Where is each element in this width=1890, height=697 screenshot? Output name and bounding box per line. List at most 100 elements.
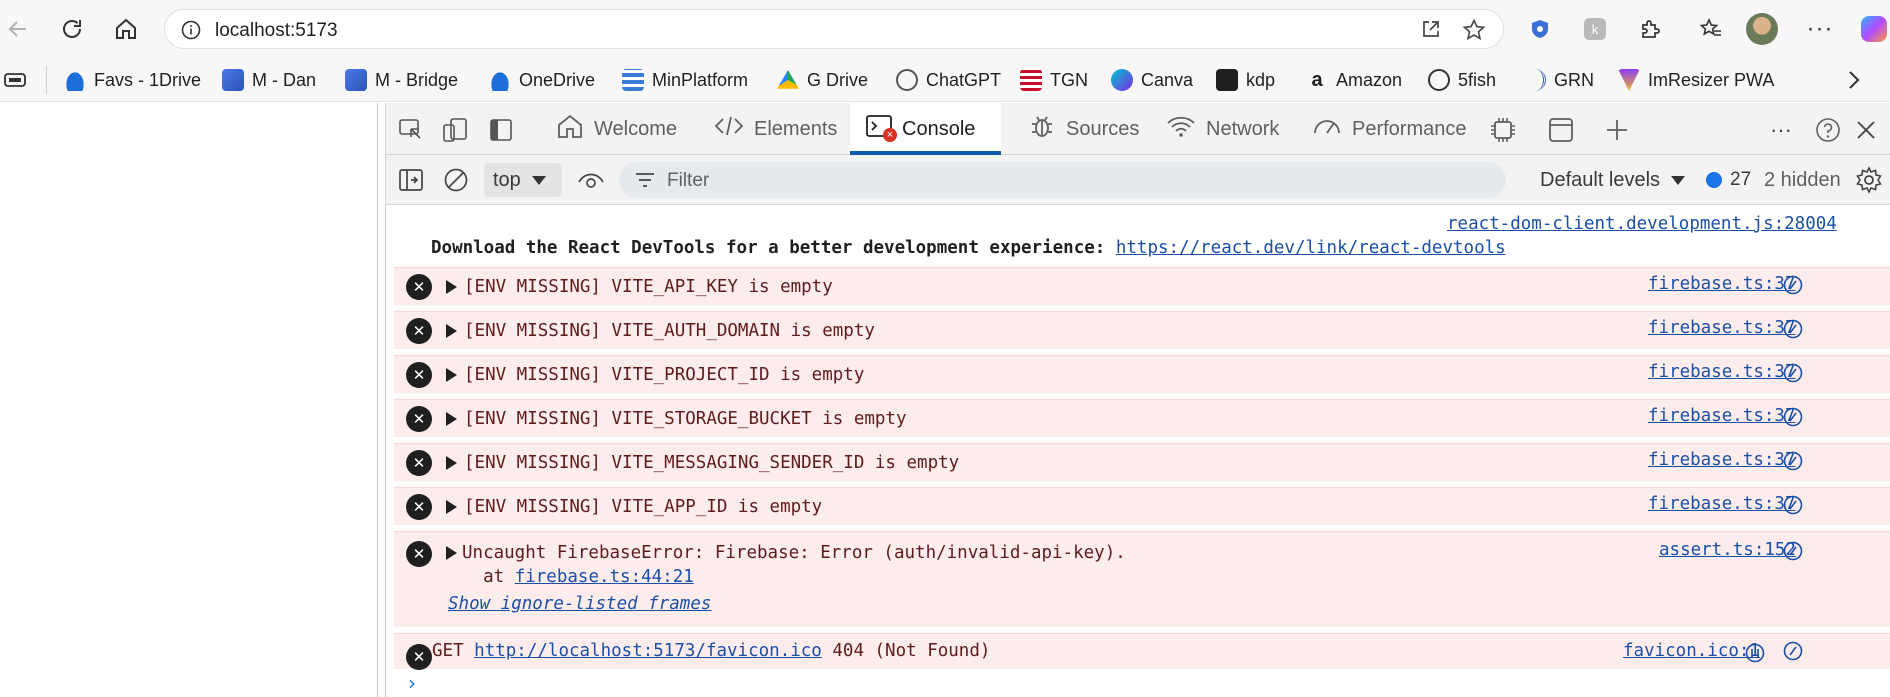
- favorite-star-icon[interactable]: [1462, 18, 1486, 47]
- source-link[interactable]: firebase.ts:37: [1648, 494, 1796, 514]
- log-levels-dropdown[interactable]: Default levels: [1540, 169, 1686, 192]
- favorites-star-list-icon[interactable]: [1695, 13, 1727, 45]
- console-error-network[interactable]: ✕ GET http://localhost:5173/favicon.ico …: [394, 633, 1890, 670]
- k-extension-icon[interactable]: k: [1579, 13, 1611, 45]
- expand-triangle-icon[interactable]: [446, 412, 457, 426]
- live-expression-eye-icon[interactable]: [576, 165, 606, 195]
- inspect-element-icon[interactable]: [396, 115, 426, 145]
- expand-triangle-icon[interactable]: [446, 546, 457, 560]
- ai-explain-icon[interactable]: [1782, 362, 1804, 384]
- source-link[interactable]: firebase.ts:37: [1648, 406, 1796, 426]
- open-in-app-icon[interactable]: [1420, 18, 1442, 45]
- tab-network[interactable]: Network: [1158, 103, 1287, 155]
- source-link[interactable]: favicon.ico:1: [1623, 641, 1760, 661]
- ai-explain-icon[interactable]: [1782, 640, 1804, 662]
- home-button[interactable]: [110, 13, 142, 45]
- url-text: localhost:5173: [215, 20, 338, 41]
- code-icon: [714, 114, 744, 144]
- devtools-tab-bar: Welcome Elements × Console Sources Netwo…: [386, 103, 1890, 155]
- ai-explain-icon[interactable]: [1782, 450, 1804, 472]
- favorite-item[interactable]: Favs - 1Drive: [64, 68, 201, 92]
- close-devtools-icon[interactable]: [1851, 115, 1881, 145]
- error-badge-icon: ×: [883, 128, 897, 142]
- expand-triangle-icon[interactable]: [446, 500, 457, 514]
- ai-explain-icon[interactable]: [1782, 540, 1804, 562]
- favorite-item[interactable]: OneDrive: [489, 68, 595, 92]
- copilot-icon[interactable]: [1858, 13, 1890, 45]
- more-menu-icon[interactable]: ···: [1804, 13, 1836, 45]
- device-emulation-icon[interactable]: [440, 115, 470, 145]
- help-icon[interactable]: [1813, 115, 1843, 145]
- expand-triangle-icon[interactable]: [446, 456, 457, 470]
- more-tools-plus-icon[interactable]: [1602, 115, 1632, 145]
- source-link[interactable]: firebase.ts:37: [1648, 450, 1796, 470]
- console-settings-gear-icon[interactable]: [1854, 165, 1884, 195]
- favorite-item[interactable]: Canva: [1111, 68, 1193, 92]
- expand-triangle-icon[interactable]: [446, 368, 457, 382]
- favorite-item[interactable]: ChatGPT: [896, 68, 1001, 92]
- tab-elements[interactable]: Elements: [706, 103, 845, 155]
- favorite-item[interactable]: MinPlatform: [622, 68, 748, 92]
- source-link[interactable]: assert.ts:152: [1659, 540, 1796, 560]
- show-sidebar-icon[interactable]: [396, 165, 426, 195]
- memory-icon[interactable]: [1488, 115, 1518, 145]
- extensions-puzzle-icon[interactable]: [1634, 13, 1666, 45]
- favorite-item[interactable]: ImResizer PWA: [1618, 68, 1774, 92]
- source-link[interactable]: firebase.ts:37: [1648, 362, 1796, 382]
- collections-icon[interactable]: [4, 70, 26, 95]
- favorite-item[interactable]: G Drive: [777, 68, 868, 92]
- ai-explain-icon[interactable]: [1782, 318, 1804, 340]
- request-url-link[interactable]: http://localhost:5173/favicon.ico: [474, 641, 822, 661]
- favorite-item[interactable]: kdp: [1216, 68, 1275, 92]
- favorites-overflow-chevron-icon[interactable]: [1846, 68, 1862, 97]
- profile-avatar[interactable]: [1746, 13, 1778, 45]
- info-text: Download the React DevTools for a better…: [431, 238, 1116, 258]
- expand-triangle-icon[interactable]: [446, 280, 457, 294]
- console-error-row[interactable]: ✕ [ENV MISSING] VITE_AUTH_DOMAIN is empt…: [394, 311, 1890, 349]
- favorite-item[interactable]: a Amazon: [1306, 68, 1402, 92]
- back-button[interactable]: [2, 13, 34, 45]
- favorite-item[interactable]: GRN: [1524, 68, 1594, 92]
- tgn-flag-icon: [1020, 69, 1042, 91]
- application-icon[interactable]: [1546, 115, 1576, 145]
- ai-explain-icon[interactable]: [1782, 274, 1804, 296]
- address-bar[interactable]: localhost:5173: [164, 9, 1504, 49]
- show-ignore-listed-frames-link[interactable]: Show ignore-listed frames: [448, 594, 711, 614]
- ai-explain-icon[interactable]: [1782, 406, 1804, 428]
- context-selector[interactable]: top: [484, 163, 562, 197]
- console-filter-input[interactable]: Filter: [619, 162, 1506, 198]
- react-devtools-link[interactable]: https://react.dev/link/react-devtools: [1116, 238, 1506, 258]
- ai-explain-icon[interactable]: [1782, 494, 1804, 516]
- source-link[interactable]: firebase.ts:37: [1648, 274, 1796, 294]
- console-error-row[interactable]: ✕ [ENV MISSING] VITE_APP_ID is empty fir…: [394, 487, 1890, 525]
- favorite-item[interactable]: TGN: [1020, 68, 1088, 92]
- console-error-row[interactable]: ✕ [ENV MISSING] VITE_STORAGE_BUCKET is e…: [394, 399, 1890, 437]
- console-error-row[interactable]: ✕ [ENV MISSING] VITE_MESSAGING_SENDER_ID…: [394, 443, 1890, 481]
- shield-extension-icon[interactable]: [1524, 13, 1556, 45]
- toggle-sidebar-icon[interactable]: [486, 115, 516, 145]
- onedrive-cloud-icon: [489, 69, 511, 91]
- stack-frame-link[interactable]: firebase.ts:44:21: [515, 567, 694, 587]
- site-info-icon[interactable]: [181, 20, 201, 45]
- favorite-item[interactable]: M - Dan: [222, 68, 316, 92]
- source-link[interactable]: firebase.ts:37: [1648, 318, 1796, 338]
- tab-sources[interactable]: Sources: [1020, 103, 1147, 155]
- console-error-row[interactable]: ✕ [ENV MISSING] VITE_PROJECT_ID is empty…: [394, 355, 1890, 393]
- devtools-panel: Welcome Elements × Console Sources Netwo…: [385, 103, 1890, 697]
- clear-console-icon[interactable]: [441, 165, 471, 195]
- tab-performance[interactable]: Performance: [1304, 103, 1475, 155]
- favorite-item[interactable]: 5fish: [1428, 68, 1496, 92]
- expand-triangle-icon[interactable]: [446, 324, 457, 338]
- console-error-uncaught[interactable]: ✕ Uncaught FirebaseError: Firebase: Erro…: [394, 531, 1890, 627]
- source-link[interactable]: react-dom-client.development.js:28004: [1447, 214, 1837, 234]
- tab-console[interactable]: × Console: [850, 103, 1001, 155]
- console-prompt-chevron-icon[interactable]: ›: [408, 671, 416, 695]
- customize-more-icon[interactable]: ···: [1766, 115, 1796, 145]
- refresh-button[interactable]: [56, 13, 88, 45]
- network-info-icon[interactable]: [1744, 642, 1766, 664]
- favorite-item[interactable]: M - Bridge: [345, 68, 458, 92]
- issues-counter[interactable]: 27: [1706, 169, 1751, 191]
- console-error-row[interactable]: ✕ [ENV MISSING] VITE_API_KEY is empty fi…: [394, 267, 1890, 305]
- tab-welcome[interactable]: Welcome: [548, 103, 685, 155]
- request-method: GET: [432, 641, 475, 661]
